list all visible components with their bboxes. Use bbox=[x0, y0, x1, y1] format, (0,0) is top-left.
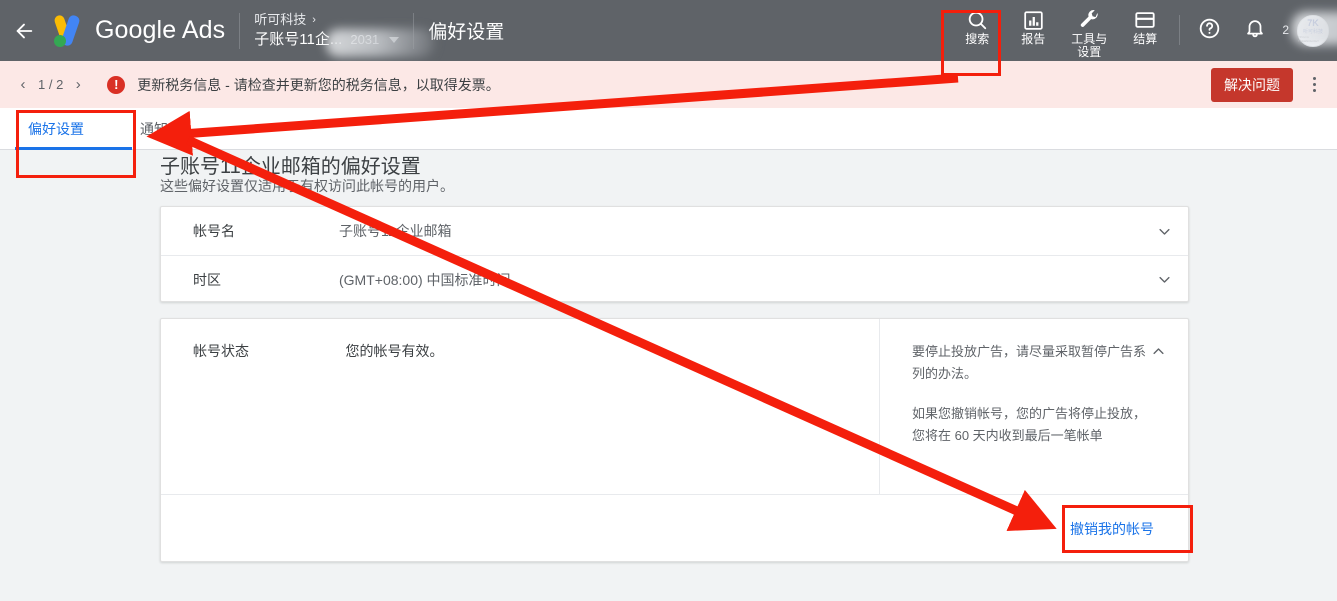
header-divider-2 bbox=[413, 12, 415, 49]
header-actions: 搜索 报告 工具与 设置 结算 2 7K 听可科技 TINGKE TECHNOL… bbox=[949, 0, 1337, 61]
tab-preferences[interactable]: 偏好设置 bbox=[0, 108, 112, 150]
search-label: 搜索 bbox=[965, 32, 990, 46]
timezone-value: (GMT+08:00) 中国标准时间 bbox=[339, 271, 511, 288]
bell-icon bbox=[1244, 17, 1266, 44]
chevron-down-icon[interactable] bbox=[1140, 272, 1188, 287]
header-page-title: 偏好设置 bbox=[428, 22, 505, 43]
account-status-card: 帐号状态 您的帐号有效。 要停止投放广告，请尽量采取暂停广告系列的办法。 如果您… bbox=[160, 318, 1189, 562]
top-header: Google Ads 听可科技 › 子账号11企... 2031 偏好设置 搜索… bbox=[0, 0, 1337, 61]
avatar-initials: 7K bbox=[1307, 17, 1319, 28]
chevron-right-icon[interactable]: › bbox=[65, 76, 91, 93]
account-caret-down-icon[interactable] bbox=[389, 37, 400, 43]
user-account-info[interactable]: 2 7K 听可科技 TINGKE TECHNOLOGY bbox=[1278, 0, 1337, 61]
status-note-1: 要停止投放广告，请尽量采取暂停广告系列的办法。 bbox=[912, 344, 1147, 381]
billing-label: 结算 bbox=[1133, 32, 1158, 46]
user-label: 2 bbox=[1282, 23, 1289, 37]
reports-bar-chart-icon bbox=[1023, 7, 1044, 33]
resolve-issue-button[interactable]: 解决问题 bbox=[1211, 67, 1293, 102]
notification-page-count: 1 / 2 bbox=[38, 77, 64, 92]
header-divider-1 bbox=[239, 12, 241, 49]
alert-exclamation-icon: ! bbox=[107, 75, 126, 94]
chevron-up-icon[interactable] bbox=[1144, 337, 1172, 365]
account-current-name: 子账号11企... bbox=[254, 31, 343, 48]
avatar-company-en: TINGKE TECHNOLOGY bbox=[1298, 34, 1320, 43]
search-button[interactable]: 搜索 bbox=[949, 0, 1005, 61]
page-title: 子账号11企业邮箱的偏好设置 bbox=[160, 156, 421, 178]
page-subtitle: 这些偏好设置仅适用于有权访问此帐号的用户。 bbox=[160, 178, 454, 194]
tools-label-line2: 设置 bbox=[1077, 45, 1102, 59]
cancel-account-link[interactable]: 撤销我的帐号 bbox=[1070, 519, 1154, 539]
setting-row-account-name[interactable]: 帐号名 子账号11企业邮箱 bbox=[161, 207, 1188, 255]
reports-button[interactable]: 报告 bbox=[1005, 0, 1061, 61]
breadcrumb-chevron-icon: › bbox=[312, 14, 316, 26]
basic-settings-card: 帐号名 子账号11企业邮箱 时区 (GMT+08:00) 中国标准时间 bbox=[160, 206, 1189, 302]
account-status-label: 帐号状态 bbox=[193, 343, 249, 359]
google-ads-logo[interactable]: Google Ads bbox=[50, 13, 226, 47]
tools-wrench-icon bbox=[1078, 7, 1101, 33]
tab-notifications[interactable]: 通知 bbox=[112, 108, 196, 150]
google-ads-mark-icon bbox=[50, 13, 86, 47]
account-status-notes: 要停止投放广告，请尽量采取暂停广告系列的办法。 如果您撤销帐号，您的广告将停止投… bbox=[879, 319, 1188, 494]
account-parent-name: 听可科技 bbox=[254, 12, 307, 27]
account-status-footer: 撤销我的帐号 bbox=[161, 494, 1188, 562]
notification-bar: ‹ 1 / 2 › ! 更新税务信息 - 请检查并更新您的税务信息，以取得发票。… bbox=[0, 61, 1337, 108]
account-status-main: 帐号状态 您的帐号有效。 bbox=[161, 319, 879, 494]
tab-bar: 偏好设置 通知 bbox=[0, 108, 1337, 150]
chevron-left-icon[interactable]: ‹ bbox=[10, 76, 36, 93]
app-root: Google Ads 听可科技 › 子账号11企... 2031 偏好设置 搜索… bbox=[0, 0, 1337, 601]
main-content: 子账号11企业邮箱的偏好设置 这些偏好设置仅适用于有权访问此帐号的用户。 帐号名… bbox=[0, 150, 1337, 601]
status-note-2: 如果您撤销帐号，您的广告将停止投放，您将在 60 天内收到最后一笔帐单 bbox=[912, 406, 1147, 443]
more-vert-icon[interactable] bbox=[1299, 65, 1329, 105]
notifications-button[interactable] bbox=[1232, 0, 1278, 61]
tools-label-line1: 工具与 bbox=[1071, 32, 1108, 46]
account-id: 2031 bbox=[350, 32, 380, 47]
account-status-value: 您的帐号有效。 bbox=[345, 343, 444, 359]
help-question-icon bbox=[1198, 17, 1221, 45]
billing-card-icon bbox=[1134, 7, 1156, 33]
back-arrow-icon[interactable] bbox=[0, 0, 48, 61]
brand-name: Google Ads bbox=[95, 16, 226, 44]
avatar[interactable]: 7K 听可科技 TINGKE TECHNOLOGY bbox=[1297, 14, 1329, 47]
reports-label: 报告 bbox=[1021, 32, 1046, 46]
chevron-down-icon[interactable] bbox=[1140, 224, 1188, 239]
setting-row-timezone[interactable]: 时区 (GMT+08:00) 中国标准时间 bbox=[161, 255, 1188, 303]
account-selector[interactable]: 听可科技 › 子账号11企... 2031 bbox=[254, 11, 435, 57]
account-parent-row: 听可科技 › bbox=[254, 11, 399, 29]
help-button[interactable] bbox=[1186, 0, 1232, 61]
account-name-label: 帐号名 bbox=[193, 223, 235, 239]
notification-message: 更新税务信息 - 请检查并更新您的税务信息，以取得发票。 bbox=[137, 76, 500, 93]
billing-button[interactable]: 结算 bbox=[1117, 0, 1173, 61]
notification-actions: 解决问题 bbox=[1211, 65, 1337, 105]
search-icon bbox=[966, 7, 988, 33]
timezone-label: 时区 bbox=[193, 271, 221, 288]
account-name-value: 子账号11企业邮箱 bbox=[339, 223, 452, 239]
header-divider-3 bbox=[1179, 15, 1181, 45]
account-current-row: 子账号11企... 2031 bbox=[254, 30, 400, 50]
tools-and-settings-button[interactable]: 工具与 设置 bbox=[1061, 0, 1117, 61]
account-status-body: 帐号状态 您的帐号有效。 要停止投放广告，请尽量采取暂停广告系列的办法。 如果您… bbox=[161, 319, 1188, 494]
notification-pager: ‹ 1 / 2 › bbox=[10, 76, 91, 93]
